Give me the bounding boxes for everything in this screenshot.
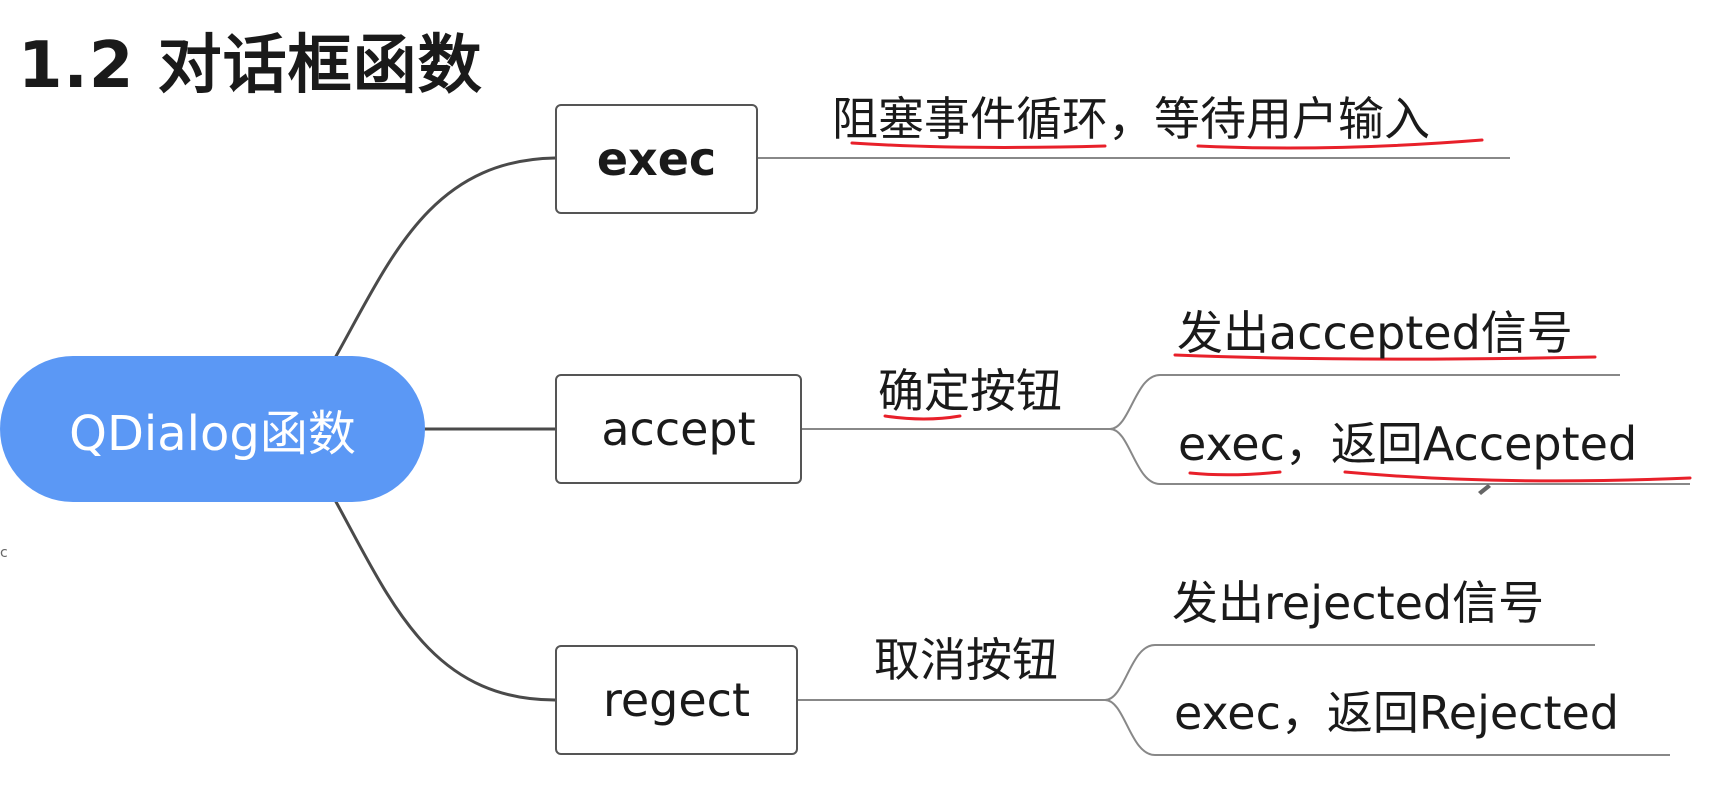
node-accept: accept — [555, 374, 802, 484]
node-accept-label: accept — [601, 402, 756, 456]
accept-outcome-return: exec，返回Accepted — [1178, 417, 1638, 471]
regect-outcome-signal: 发出rejected信号 — [1172, 576, 1545, 630]
node-regect-label: regect — [602, 673, 751, 727]
node-exec-label: exec — [596, 132, 717, 186]
annotation-underline-exec-accepted-1 — [1188, 470, 1282, 477]
annotation-underline-exec-accepted-2 — [1343, 470, 1692, 483]
node-regect: regect — [555, 645, 798, 755]
page-title: 1.2 对话框函数 — [18, 29, 483, 103]
root-node-label: QDialog函数 — [69, 406, 356, 462]
stray-mark: c — [0, 545, 8, 561]
regect-outcome-return: exec，返回Rejected — [1174, 686, 1619, 740]
accept-button-label: 确定按钮 — [878, 364, 1062, 418]
regect-button-label: 取消按钮 — [874, 633, 1058, 687]
exec-description: 阻塞事件循环，等待用户输入 — [832, 92, 1430, 146]
pen-cursor-icon — [1478, 484, 1491, 495]
connector-root-exec — [333, 156, 557, 360]
node-exec: exec — [555, 104, 758, 214]
root-node-qdialog: QDialog函数 — [0, 356, 425, 502]
connector-root-regect — [333, 498, 557, 702]
accept-outcome-signal: 发出accepted信号 — [1177, 306, 1573, 360]
